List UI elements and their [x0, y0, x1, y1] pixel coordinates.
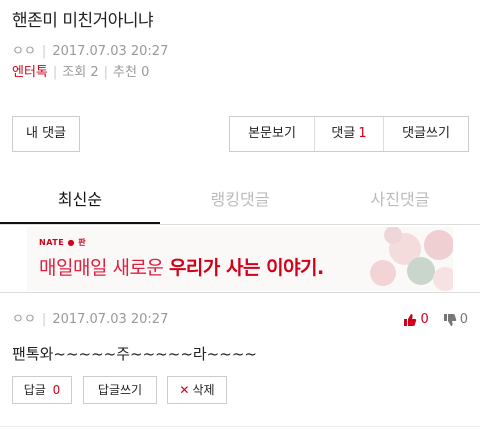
comments-label: 댓글: [331, 126, 356, 141]
recommend-count: 0: [141, 65, 150, 80]
tab-photo[interactable]: 사진댓글: [320, 178, 480, 224]
comment-sort-tabs: 최신순 랭킹댓글 사진댓글: [0, 178, 480, 225]
upvote-button[interactable]: 0: [403, 312, 429, 328]
post-meta: ㅇㅇ | 2017.07.03 20:27: [12, 44, 468, 60]
reply-label: 답글: [23, 383, 46, 397]
banner-brand-logo: NATE ● 판: [39, 238, 87, 247]
tab-ranking[interactable]: 랭킹댓글: [160, 178, 320, 224]
thumbs-down-icon: [443, 314, 456, 326]
write-comment-button[interactable]: 댓글쓰기: [383, 117, 468, 151]
view-body-button[interactable]: 본문보기: [230, 117, 314, 151]
my-comments-button[interactable]: 내 댓글: [12, 116, 80, 152]
post-author: ㅇㅇ: [12, 44, 36, 59]
balloons-image: [370, 227, 453, 291]
nate-pann-banner[interactable]: NATE ● 판 매일매일 새로운 우리가 사는 이야기.: [27, 227, 453, 291]
post-header: 핸존미 미친거아니냐 ㅇㅇ | 2017.07.03 20:27 엔터톡 | 조회 2 |…: [12, 10, 468, 81]
comment-body: 팬톡와~~~~~주~~~~~라~~~~: [12, 345, 257, 363]
downvote-count: 0: [459, 312, 468, 327]
delete-button[interactable]: ✕ 삭제: [167, 376, 227, 404]
delete-label: 삭제: [192, 383, 215, 397]
recommend-label: 추천: [113, 65, 137, 80]
post-datetime: 2017.07.03 20:27: [52, 44, 169, 59]
meta-divider: |: [52, 65, 58, 80]
comments-button[interactable]: 댓글 1: [314, 117, 383, 151]
delete-x-icon: ✕: [179, 383, 190, 397]
comment-meta: ㅇㅇ | 2017.07.03 20:27: [12, 312, 468, 328]
comment-author: ㅇㅇ: [12, 312, 36, 327]
thumbs-up-icon: [404, 314, 417, 326]
meta-divider: |: [41, 44, 47, 59]
post-action-group: 본문보기 댓글 1 댓글쓰기: [229, 116, 469, 152]
tab-latest[interactable]: 최신순: [0, 178, 160, 224]
views-count: 2: [90, 65, 99, 80]
meta-divider: |: [41, 312, 47, 327]
post-category[interactable]: 엔터톡: [12, 65, 48, 80]
comment-datetime: 2017.07.03 20:27: [52, 312, 169, 327]
banner-message-prefix: 매일매일 새로운: [39, 257, 164, 279]
write-reply-button[interactable]: 답글쓰기: [83, 376, 157, 404]
meta-divider: |: [103, 65, 109, 80]
banner-message-highlight: 우리가 사는 이야기.: [168, 257, 324, 279]
comment-item: ㅇㅇ | 2017.07.03 20:27 0 0 팬톡와~~~~~주~~~~~라~…: [12, 312, 468, 364]
downvote-button[interactable]: 0: [443, 312, 468, 328]
comments-count: 1: [358, 126, 367, 141]
bottom-divider: [0, 426, 480, 427]
post-stats: 엔터톡 | 조회 2 | 추천 0: [12, 65, 468, 81]
upvote-count: 0: [420, 312, 429, 327]
section-divider: [0, 292, 480, 293]
post-title: 핸존미 미친거아니냐: [12, 11, 154, 31]
banner-message: 매일매일 새로운 우리가 사는 이야기.: [39, 253, 324, 280]
reply-count: 0: [52, 383, 61, 397]
views-label: 조회: [62, 65, 87, 80]
comment-votes: 0 0: [403, 312, 468, 328]
reply-button[interactable]: 답글 0: [12, 376, 72, 404]
